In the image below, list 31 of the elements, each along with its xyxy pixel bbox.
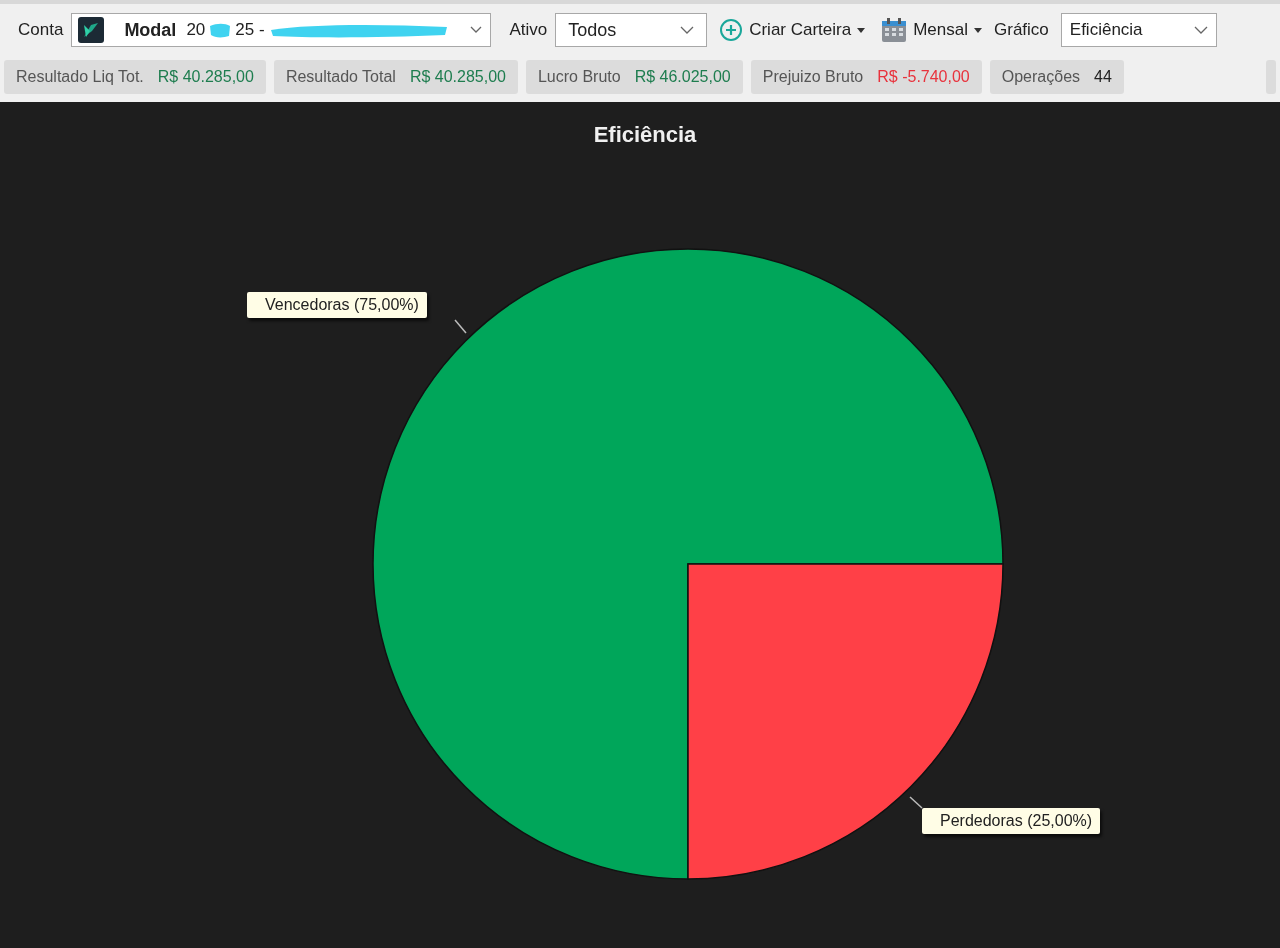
slice-label: Vencedoras (75,00%) bbox=[247, 292, 427, 318]
asset-label: Ativo bbox=[509, 20, 548, 40]
chart-label: Gráfico bbox=[994, 20, 1049, 40]
stat-value: R$ 46.025,00 bbox=[634, 68, 731, 86]
stat-value: R$ 40.285,00 bbox=[409, 68, 506, 86]
slice-label: Perdedoras (25,00%) bbox=[922, 808, 1101, 834]
leader-line bbox=[454, 319, 467, 334]
chevron-down-icon bbox=[1193, 26, 1208, 34]
caret-icon bbox=[974, 27, 982, 33]
stat-value: R$ 40.285,00 bbox=[157, 68, 254, 86]
chevron-down-icon bbox=[680, 26, 695, 34]
account-dropdown[interactable]: Modal 20 25 - bbox=[71, 13, 492, 47]
calendar-icon bbox=[881, 17, 908, 43]
plus-circle-icon bbox=[719, 18, 744, 42]
asset-dropdown[interactable]: Todos bbox=[555, 13, 708, 47]
broker-logo-icon bbox=[78, 17, 105, 43]
stat-value: 44 bbox=[1094, 68, 1112, 86]
leader-line bbox=[909, 796, 923, 809]
stat-label: Resultado Total bbox=[285, 68, 396, 86]
period-button[interactable]: Mensal bbox=[877, 17, 986, 43]
stat-value: R$ -5.740,00 bbox=[877, 68, 970, 86]
stat-label: Lucro Bruto bbox=[537, 68, 621, 86]
caret-icon bbox=[857, 27, 866, 33]
chart-title: Eficiência bbox=[592, 121, 698, 148]
account-label: Conta bbox=[18, 20, 64, 40]
chart-dropdown[interactable]: Eficiência bbox=[1060, 13, 1217, 47]
stat-label: Resultado Liq Tot. bbox=[16, 68, 144, 86]
stat-label: Operações bbox=[1001, 68, 1081, 86]
chevron-down-icon bbox=[470, 26, 483, 34]
stat-label: Prejuizo Bruto bbox=[762, 68, 864, 86]
create-wallet-button[interactable]: Criar Carteira bbox=[715, 18, 870, 42]
